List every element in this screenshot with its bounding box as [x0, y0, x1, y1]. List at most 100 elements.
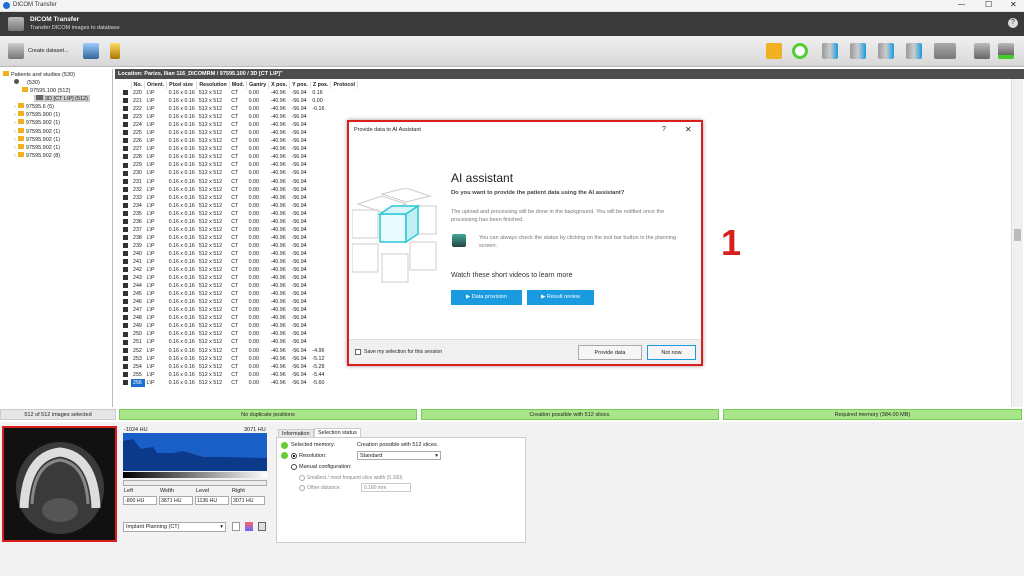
checkbox-checked-icon[interactable] — [123, 251, 128, 257]
table-row[interactable]: 225 L\P 0.16 x 0.16 512 x 512 CT 0.00 -40.96 -5… — [121, 129, 357, 137]
row-checkbox[interactable] — [121, 113, 131, 121]
checkbox-checked-icon[interactable] — [123, 178, 128, 184]
table-row[interactable]: 229 L\P 0.16 x 0.16 512 x 512 CT 0.00 -40.96 -5… — [121, 161, 357, 169]
row-checkbox[interactable] — [121, 210, 131, 218]
row-checkbox[interactable] — [121, 250, 131, 258]
expand-icon[interactable]: › — [14, 120, 16, 126]
row-checkbox[interactable] — [121, 186, 131, 194]
row-checkbox[interactable] — [121, 105, 131, 113]
tree-study-item[interactable]: › 97595.902 (1) — [14, 135, 60, 143]
table-row[interactable]: 226 L\P 0.16 x 0.16 512 x 512 CT 0.00 -40.96 -5… — [121, 137, 357, 145]
close-window-button[interactable]: ✕ — [1010, 0, 1017, 9]
other-distance-input[interactable]: 0.160 mm — [361, 483, 411, 492]
expand-icon[interactable]: › — [14, 112, 16, 118]
table-row[interactable]: 247 L\P 0.16 x 0.16 512 x 512 CT 0.00 -40.96 -5… — [121, 306, 357, 314]
wl-input[interactable]: 3871 HU — [159, 496, 193, 505]
table-row[interactable]: 235 L\P 0.16 x 0.16 512 x 512 CT 0.00 -40.96 -5… — [121, 210, 357, 218]
expand-icon[interactable]: › — [14, 153, 16, 159]
grid-icon[interactable] — [258, 522, 266, 531]
column-header[interactable]: Gantry — [246, 81, 270, 89]
table-row[interactable]: 228 L\P 0.16 x 0.16 512 x 512 CT 0.00 -40.96 -5… — [121, 153, 357, 161]
row-checkbox[interactable] — [121, 338, 131, 346]
table-row[interactable]: 221 L\P 0.16 x 0.16 512 x 512 CT 0.00 -40.96 -5… — [121, 97, 357, 105]
row-checkbox[interactable] — [121, 194, 131, 202]
row-checkbox[interactable] — [121, 218, 131, 226]
table-row[interactable]: 254 L\P 0.16 x 0.16 512 x 512 CT 0.00 -40.96 -5… — [121, 363, 357, 371]
checkbox-checked-icon[interactable] — [123, 210, 128, 216]
checkbox-checked-icon[interactable] — [123, 170, 128, 176]
checkbox-checked-icon[interactable] — [123, 355, 128, 361]
table-row[interactable]: 222 L\P 0.16 x 0.16 512 x 512 CT 0.00 -40.96 -5… — [121, 105, 357, 113]
checkbox-checked-icon[interactable] — [123, 218, 128, 224]
tree-study-item[interactable]: › 97595.902 (1) — [14, 127, 60, 135]
wl-input[interactable]: 3071 HU — [231, 496, 265, 505]
row-checkbox[interactable] — [121, 234, 131, 242]
other-radio[interactable] — [299, 485, 305, 491]
tree-study-item[interactable]: › 97595.902 (1) — [14, 144, 60, 151]
table-row[interactable]: 250 L\P 0.16 x 0.16 512 x 512 CT 0.00 -40.96 -5… — [121, 330, 357, 338]
table-row[interactable]: 244 L\P 0.16 x 0.16 512 x 512 CT 0.00 -40.96 -5… — [121, 282, 357, 290]
monitor-icon[interactable] — [83, 43, 99, 59]
tree-study-item[interactable]: › 97595.902 (8) — [14, 152, 60, 159]
row-checkbox[interactable] — [121, 371, 131, 379]
create-dataset-icon[interactable] — [8, 43, 24, 59]
checkbox-checked-icon[interactable] — [123, 259, 128, 265]
scrollbar-thumb[interactable] — [1014, 229, 1021, 241]
table-row[interactable]: 233 L\P 0.16 x 0.16 512 x 512 CT 0.00 -40.96 -5… — [121, 194, 357, 202]
checkbox-checked-icon[interactable] — [123, 226, 128, 232]
checkbox-checked-icon[interactable] — [123, 371, 128, 377]
row-checkbox[interactable] — [121, 137, 131, 145]
palette-icon[interactable] — [245, 522, 253, 531]
tree-series-selected[interactable]: 3D [CT L\P] (512) — [34, 95, 90, 102]
checkbox-checked-icon[interactable] — [123, 339, 128, 345]
checkbox-checked-icon[interactable] — [123, 331, 128, 337]
tree-study-item[interactable]: › 97595.900 (1) — [14, 111, 60, 118]
expand-icon[interactable]: › — [14, 137, 16, 143]
table-row[interactable]: 256 L\P 0.16 x 0.16 512 x 512 CT 0.00 -40.96 -5… — [121, 378, 357, 387]
dialog-help-button[interactable]: ? — [662, 126, 666, 133]
confirm-icon[interactable] — [998, 43, 1014, 59]
checkbox-checked-icon[interactable] — [123, 114, 128, 120]
table-row[interactable]: 246 L\P 0.16 x 0.16 512 x 512 CT 0.00 -40.96 -5… — [121, 298, 357, 306]
row-checkbox[interactable] — [121, 202, 131, 210]
column-header[interactable]: No. — [131, 81, 146, 89]
checkbox-checked-icon[interactable] — [123, 202, 128, 208]
layout-icon-1[interactable] — [822, 43, 838, 59]
table-row[interactable]: 249 L\P 0.16 x 0.16 512 x 512 CT 0.00 -40.96 -5… — [121, 322, 357, 330]
dialog-close-button[interactable]: ✕ — [685, 125, 692, 134]
vertical-scrollbar[interactable] — [1011, 79, 1023, 407]
tree-patient[interactable]: (530) — [14, 79, 40, 86]
checkbox-checked-icon[interactable] — [123, 299, 128, 305]
row-checkbox[interactable] — [121, 226, 131, 234]
layout-icon-3[interactable] — [878, 43, 894, 59]
checkbox-checked-icon[interactable] — [123, 323, 128, 329]
checkbox-checked-icon[interactable] — [123, 267, 128, 273]
table-row[interactable]: 252 L\P 0.16 x 0.16 512 x 512 CT 0.00 -40.96 -5… — [121, 347, 357, 355]
save-selection-checkbox[interactable] — [355, 349, 361, 355]
row-checkbox[interactable] — [121, 161, 131, 169]
table-row[interactable]: 253 L\P 0.16 x 0.16 512 x 512 CT 0.00 -40.96 -5… — [121, 355, 357, 363]
row-checkbox[interactable] — [121, 258, 131, 266]
column-header[interactable]: Mod. — [229, 81, 248, 89]
table-row[interactable]: 245 L\P 0.16 x 0.16 512 x 512 CT 0.00 -40.96 -5… — [121, 290, 357, 298]
table-row[interactable]: 238 L\P 0.16 x 0.16 512 x 512 CT 0.00 -40.96 -5… — [121, 234, 357, 242]
column-header[interactable]: Protocol — [330, 81, 358, 89]
checkbox-checked-icon[interactable] — [123, 307, 128, 313]
layout-icon-2[interactable] — [850, 43, 866, 59]
checkbox-checked-icon[interactable] — [123, 315, 128, 321]
tree-study-item[interactable]: › 97595.902 (1) — [14, 119, 60, 126]
minimize-button[interactable]: — — [958, 1, 965, 8]
manual-radio[interactable] — [291, 464, 297, 470]
table-row[interactable]: 241 L\P 0.16 x 0.16 512 x 512 CT 0.00 -40.96 -5… — [121, 258, 357, 266]
row-checkbox[interactable] — [121, 347, 131, 355]
checkbox-checked-icon[interactable] — [123, 122, 128, 128]
checkbox-checked-icon[interactable] — [123, 363, 128, 369]
checkbox-checked-icon[interactable] — [123, 291, 128, 297]
checkbox-checked-icon[interactable] — [123, 347, 128, 353]
row-checkbox[interactable] — [121, 153, 131, 161]
layout-icon-4[interactable] — [906, 43, 922, 59]
window-slider[interactable] — [123, 480, 267, 486]
checkbox-checked-icon[interactable] — [123, 275, 128, 281]
histogram[interactable] — [123, 433, 267, 471]
table-row[interactable]: 240 L\P 0.16 x 0.16 512 x 512 CT 0.00 -40.96 -5… — [121, 250, 357, 258]
